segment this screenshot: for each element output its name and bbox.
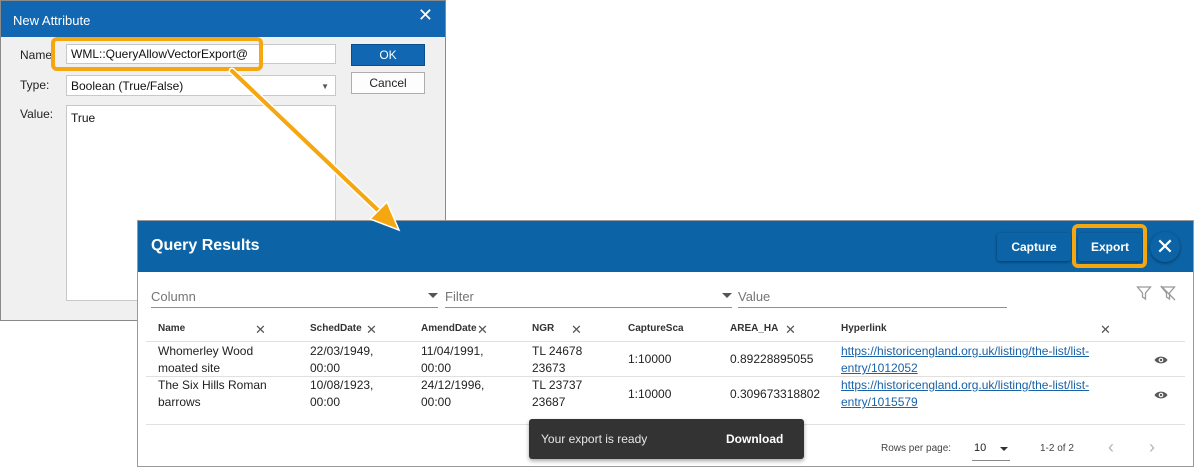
column-header-scheddate[interactable]: SchedDate	[310, 323, 362, 334]
dropdown-caret-icon	[722, 293, 732, 298]
column-header-area-ha[interactable]: AREA_HA	[730, 323, 778, 334]
close-panel-icon[interactable]: ✕	[1150, 232, 1180, 262]
cell-name: The Six Hills Roman barrows	[158, 378, 267, 409]
dialog-title-bar: New Attribute ✕	[1, 1, 445, 37]
dropdown-caret-icon: ▼	[321, 82, 329, 91]
filter-placeholder: Filter	[445, 289, 474, 304]
query-results-title: Query Results	[151, 237, 260, 254]
type-label: Type:	[20, 78, 50, 92]
cell-area-ha: 0.89228895055	[730, 352, 814, 366]
cell-scheddate: 22/03/1949, 00:00	[310, 344, 374, 375]
export-button[interactable]: Export	[1078, 233, 1142, 261]
dialog-title: New Attribute	[13, 13, 91, 28]
cell-name: Whomerley Wood moated site	[158, 344, 254, 375]
header-divider	[146, 341, 1185, 342]
ok-button[interactable]: OK	[351, 44, 425, 66]
remove-column-icon[interactable]: ✕	[1100, 322, 1111, 338]
eye-icon[interactable]	[1154, 390, 1168, 400]
cell-hyperlink[interactable]: https://historicengland.org.uk/listing/t…	[841, 377, 1089, 411]
filter-select[interactable]: Filter	[445, 286, 732, 308]
remove-column-icon[interactable]: ✕	[571, 322, 582, 338]
column-placeholder: Column	[151, 289, 196, 304]
column-header-amenddate[interactable]: AmendDate	[421, 323, 477, 334]
remove-column-icon[interactable]: ✕	[477, 322, 488, 338]
remove-column-icon[interactable]: ✕	[366, 322, 377, 338]
rows-per-page-label: Rows per page:	[881, 443, 952, 454]
cell-capturesca: 1:10000	[628, 387, 672, 401]
column-header-hyperlink[interactable]: Hyperlink	[841, 323, 887, 334]
remove-column-icon[interactable]: ✕	[255, 322, 266, 338]
capture-button[interactable]: Capture	[997, 233, 1071, 261]
type-select[interactable]: Boolean (True/False) ▼	[66, 75, 336, 96]
cell-ngr: TL 23737 23687	[532, 378, 583, 409]
eye-icon[interactable]	[1154, 355, 1168, 365]
cell-scheddate: 10/08/1923, 00:00	[310, 378, 374, 409]
value-text: True	[71, 111, 96, 125]
rows-per-page-select[interactable]: 10	[972, 435, 1010, 461]
rows-per-page-value: 10	[974, 442, 987, 454]
clear-filter-icon[interactable]	[1160, 285, 1176, 301]
cell-hyperlink[interactable]: https://historicengland.org.uk/listing/t…	[841, 343, 1089, 377]
column-header-name[interactable]: Name	[158, 323, 185, 334]
cell-amenddate: 24/12/1996, 00:00	[421, 378, 485, 409]
column-header-ngr[interactable]: NGR	[532, 323, 554, 334]
query-results-panel: Query Results Capture Export ✕ Column Fi…	[137, 220, 1194, 467]
type-select-value: Boolean (True/False)	[71, 79, 184, 93]
export-ready-snackbar: Your export is ready Download	[529, 419, 804, 459]
cell-ngr: TL 24678 23673	[532, 344, 583, 375]
filter-icon[interactable]	[1136, 285, 1152, 301]
cell-capturesca: 1:10000	[628, 352, 672, 366]
dropdown-caret-icon	[1000, 447, 1008, 451]
snackbar-message: Your export is ready	[541, 432, 648, 446]
page-range: 1-2 of 2	[1040, 443, 1074, 454]
value-label: Value:	[20, 107, 54, 121]
value-placeholder: Value	[738, 289, 771, 304]
value-input[interactable]: Value	[738, 286, 1007, 308]
name-label: Name:	[20, 48, 56, 62]
dropdown-caret-icon	[428, 293, 438, 298]
column-select[interactable]: Column	[151, 286, 438, 308]
column-header-capturesca[interactable]: CaptureSca	[628, 323, 684, 334]
chevron-left-icon[interactable]: ‹	[1108, 437, 1114, 458]
cancel-button[interactable]: Cancel	[351, 72, 425, 94]
dialog-close-icon[interactable]: ✕	[418, 6, 433, 24]
query-results-header: Query Results Capture Export ✕	[138, 221, 1193, 272]
chevron-right-icon[interactable]: ›	[1149, 437, 1155, 458]
download-button[interactable]: Download	[726, 432, 783, 446]
cell-amenddate: 11/04/1991, 00:00	[421, 344, 484, 375]
remove-column-icon[interactable]: ✕	[785, 322, 796, 338]
cell-area-ha: 0.309673318802	[730, 387, 821, 401]
name-input[interactable]: WML::QueryAllowVectorExport@	[66, 44, 336, 64]
